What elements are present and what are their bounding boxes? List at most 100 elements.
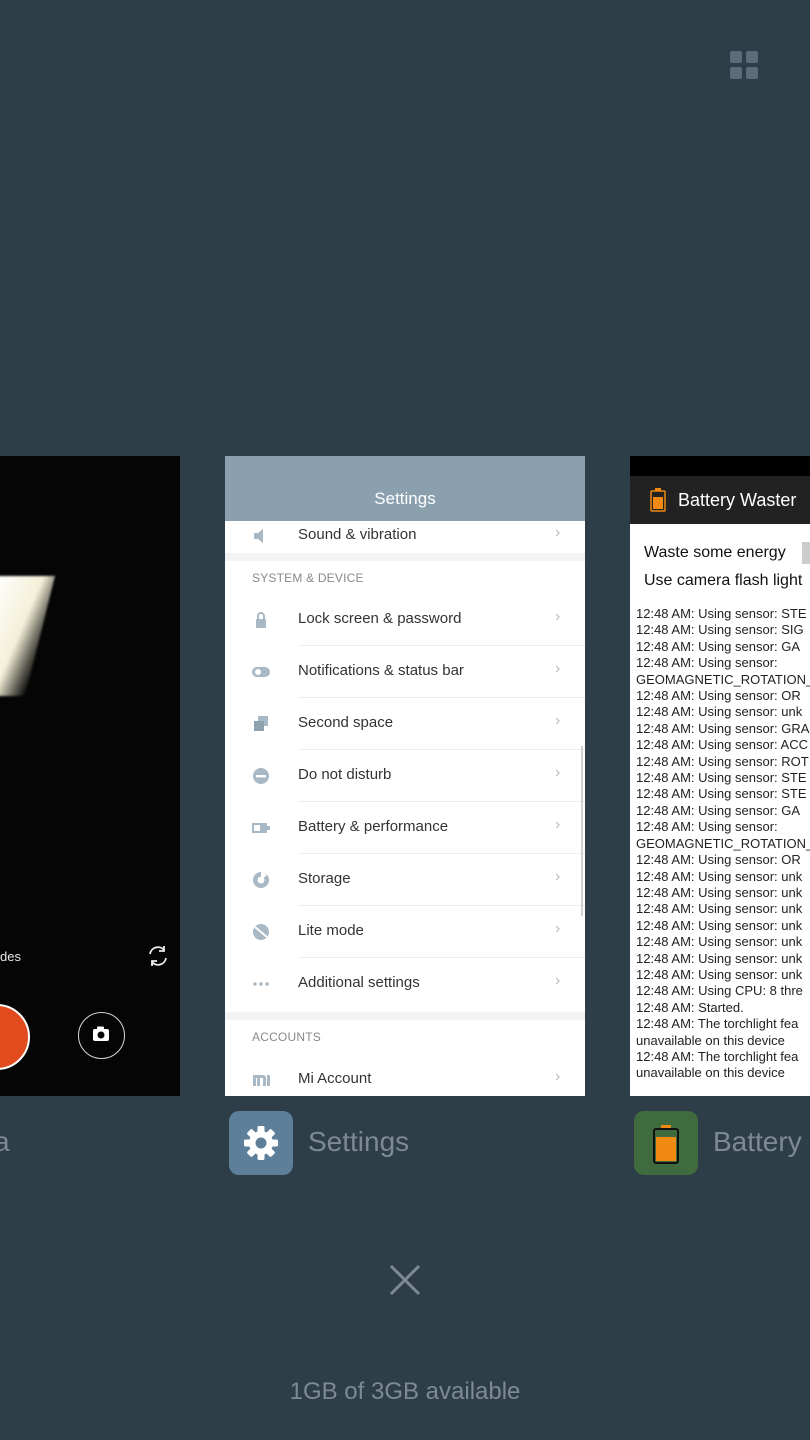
shutter-button [0, 1004, 30, 1070]
log-line: 12:48 AM: Using sensor: STE [636, 770, 807, 786]
log-line: 12:48 AM: Using sensor: unk [636, 704, 803, 720]
log-line: 12:48 AM: Using sensor: unk [636, 934, 803, 950]
camera-app-label: a [0, 1126, 10, 1157]
camera-modes-label: des [0, 949, 21, 964]
more-dots-icon [253, 982, 269, 986]
switch-camera-icon [149, 946, 167, 966]
log-line: 12:48 AM: Using sensor: STE [636, 606, 807, 621]
battery-waster-app-label: Battery [713, 1126, 802, 1157]
chevron-right-icon: › [555, 712, 561, 729]
settings-item-label: Lite mode [298, 922, 364, 939]
recent-app-card-settings[interactable]: Settings Sound & vibration › SYSTEM & DE… [225, 456, 585, 1096]
status-bar [630, 456, 810, 476]
log-line: 12:48 AM: Using sensor: STE [636, 786, 807, 802]
settings-item-do-not-disturb[interactable]: Do not disturb › [225, 750, 585, 802]
settings-item-label: Sound & vibration [298, 526, 417, 543]
option-waste-energy: Waste some energy [644, 544, 786, 561]
settings-item-label: Mi Account [298, 1070, 372, 1087]
settings-item-label: Battery & performance [298, 818, 449, 835]
chevron-right-icon: › [555, 608, 561, 625]
log-line: 12:48 AM: Using sensor: OR [636, 688, 801, 704]
lock-icon [256, 612, 266, 628]
log-line: unavailable on this device [636, 1032, 785, 1048]
settings-item-additional[interactable]: Additional settings › [225, 958, 585, 1010]
log-line: 12:48 AM: Using sensor: OR [636, 852, 801, 868]
settings-item-label: Do not disturb [298, 766, 392, 783]
camera-icon [93, 1026, 109, 1041]
log-line: 12:48 AM: Using sensor: ROT [636, 753, 809, 769]
camera-preview-light [0, 576, 55, 696]
storage-icon [253, 872, 269, 888]
option-camera-flash: Use camera flash light [644, 572, 803, 589]
do-not-disturb-icon [253, 768, 269, 784]
chevron-right-icon: › [555, 972, 561, 989]
toggle-switch [802, 542, 810, 564]
settings-item-lite-mode[interactable]: Lite mode › [225, 906, 585, 958]
log-line: 12:48 AM: Using sensor: [636, 819, 778, 835]
log-line: 12:48 AM: Using sensor: ACC [636, 737, 808, 753]
log-line: 12:48 AM: Using sensor: unk [636, 884, 803, 900]
log-line: 12:48 AM: Using sensor: unk [636, 966, 803, 982]
settings-item-label: Additional settings [298, 974, 420, 991]
scrollbar [581, 746, 583, 916]
log-line: 12:48 AM: Using sensor: GRA [636, 720, 810, 736]
chevron-right-icon: › [555, 524, 561, 541]
log-line: 12:48 AM: Using sensor: SIG [636, 622, 804, 638]
settings-item-notifications[interactable]: Notifications & status bar › [225, 646, 585, 698]
section-divider [225, 553, 585, 561]
log-line: 12:48 AM: Using CPU: 8 thre [636, 983, 803, 999]
log-line: 12:48 AM: Using sensor: unk [636, 917, 803, 933]
chevron-right-icon: › [555, 868, 561, 885]
second-space-icon [254, 716, 268, 731]
chevron-right-icon: › [555, 1068, 561, 1085]
toggle-icon [252, 667, 270, 677]
log-line: GEOMAGNETIC_ROTATION_ [636, 835, 810, 851]
log-line: 12:48 AM: Using sensor: GA [636, 638, 801, 654]
settings-app-icon [229, 1111, 293, 1175]
log-line: 12:48 AM: Using sensor: unk [636, 868, 803, 884]
battery-icon [653, 1125, 679, 1164]
log-line: GEOMAGNETIC_ROTATION_ [636, 671, 810, 687]
photo-mode-button [78, 1012, 125, 1059]
log-line: 12:48 AM: Using sensor: unk [636, 901, 803, 917]
settings-item-mi-account[interactable]: Mi Account › [225, 1054, 585, 1096]
settings-item-storage[interactable]: Storage › [225, 854, 585, 906]
settings-app-label: Settings [308, 1126, 410, 1157]
speaker-icon [254, 529, 263, 543]
battery-icon [252, 823, 270, 833]
settings-item-label: Storage [298, 870, 351, 887]
memory-status: 1GB of 3GB available [289, 1378, 521, 1405]
mi-icon [253, 1075, 270, 1086]
recent-app-card-camera[interactable]: des [0, 456, 180, 1096]
log-line: 12:48 AM: Using sensor: GA [636, 802, 801, 818]
battery-icon [650, 488, 666, 512]
log-line: 12:48 AM: Using sensor: [636, 655, 778, 671]
chevron-right-icon: › [555, 660, 561, 677]
chevron-right-icon: › [555, 816, 561, 833]
section-label-system: SYSTEM & DEVICE [252, 571, 364, 585]
app-title: Battery Waster [678, 490, 797, 510]
settings-item-label: Lock screen & password [298, 610, 462, 627]
chevron-right-icon: › [555, 920, 561, 937]
log-output: 12:48 AM: Using sensor: STE 12:48 AM: Usi… [636, 606, 810, 1082]
log-line: 12:48 AM: Started. [636, 999, 744, 1015]
lite-mode-icon [253, 924, 269, 940]
log-line: 12:48 AM: Using sensor: unk [636, 950, 803, 966]
log-line: 12:48 AM: The torchlight fea [636, 1048, 799, 1064]
settings-item-sound[interactable]: Sound & vibration › [225, 506, 585, 558]
close-icon[interactable] [387, 1262, 423, 1298]
settings-item-lock-screen[interactable]: Lock screen & password › [225, 594, 585, 646]
chevron-right-icon: › [555, 764, 561, 781]
section-divider [225, 1012, 585, 1020]
log-line: unavailable on this device [636, 1065, 785, 1081]
log-line: 12:48 AM: The torchlight fea [636, 1016, 799, 1032]
battery-waster-app-icon [634, 1111, 698, 1175]
settings-item-battery[interactable]: Battery & performance › [225, 802, 585, 854]
recent-app-card-battery-waster[interactable]: Battery Waster Waste some energy Use cam… [630, 456, 810, 1096]
gear-icon [244, 1126, 278, 1160]
section-label-accounts: ACCOUNTS [252, 1030, 321, 1044]
settings-item-second-space[interactable]: Second space › [225, 698, 585, 750]
settings-item-label: Notifications & status bar [298, 662, 464, 679]
grid-view-icon[interactable] [730, 51, 759, 80]
settings-item-label: Second space [298, 714, 394, 731]
